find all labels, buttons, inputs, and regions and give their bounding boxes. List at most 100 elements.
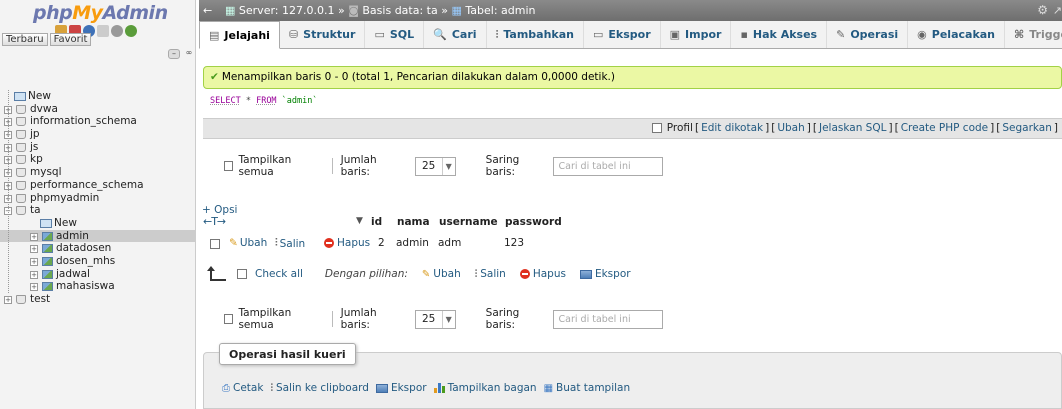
refresh-link[interactable]: Segarkan — [1002, 122, 1052, 134]
export-icon — [579, 269, 592, 279]
gear-icon[interactable]: ⚙ — [1037, 0, 1048, 21]
filter-input[interactable]: Cari di tabel ini — [552, 309, 663, 329]
export-button[interactable]: Ekspor — [375, 382, 427, 394]
edit-inline-link[interactable]: Edit dikotak — [701, 122, 763, 134]
tree-table-datadosen[interactable]: + datadosen — [0, 242, 195, 255]
database-icon — [16, 180, 26, 190]
database-icon — [16, 168, 26, 178]
explain-sql-link[interactable]: Jelaskan SQL — [819, 122, 886, 134]
settings-icon[interactable] — [111, 25, 123, 37]
row-edit-button[interactable]: ✎ Ubah — [229, 237, 267, 249]
cell-nama: admin — [396, 237, 429, 249]
recent-favorite-tabs: Terbaru Favorit — [2, 33, 92, 46]
show-all-label: Tampilkan semua — [238, 154, 292, 178]
display-chart-button[interactable]: Tampilkan bagan — [433, 382, 537, 394]
tree-db-ta[interactable]: − ta — [0, 204, 195, 217]
tree-db-mysql[interactable]: + mysql — [0, 166, 195, 179]
bulk-delete-button[interactable]: Hapus — [519, 268, 566, 280]
back-arrow-icon[interactable]: ← — [203, 0, 212, 21]
tab-ekspor[interactable]: ▭ Ekspor — [584, 21, 661, 48]
tree-db-js[interactable]: + js — [0, 141, 195, 154]
breadcrumb-server[interactable]: Server: 127.0.0.1 — [239, 4, 335, 17]
reload-icon[interactable] — [125, 25, 137, 37]
expand-node-icon[interactable]: + — [30, 270, 38, 279]
row-copy-button[interactable]: ⫶ Salin — [275, 237, 305, 250]
tree-db-performance_schema[interactable]: + performance_schema — [0, 179, 195, 192]
tree-table-jadwal[interactable]: + jadwal — [0, 268, 195, 281]
tab-sql[interactable]: ▭ SQL — [365, 21, 425, 48]
tab-pelacakan[interactable]: ◉ Pelacakan — [908, 21, 1006, 48]
tree-item-label: performance_schema — [30, 178, 144, 191]
tree-db-test[interactable]: + test — [0, 293, 195, 306]
expand-node-icon[interactable]: + — [30, 232, 38, 241]
database-icon — [16, 193, 26, 203]
bulk-export-button[interactable]: Ekspor — [579, 268, 631, 280]
breadcrumb-database[interactable]: Basis data: ta — [362, 4, 437, 17]
tree-table-dosen_mhs[interactable]: + dosen_mhs — [0, 255, 195, 268]
filter-input[interactable]: Cari di tabel ini — [552, 156, 663, 176]
column-header-username[interactable]: username — [439, 216, 498, 228]
breadcrumb-table[interactable]: Tabel: admin — [465, 4, 535, 17]
tree-db-phpmyadmin[interactable]: + phpmyadmin — [0, 192, 195, 205]
bulk-edit-button[interactable]: ✎ Ubah — [422, 268, 461, 280]
tree-db-dvwa[interactable]: + dvwa — [0, 103, 195, 116]
row-checkbox[interactable] — [210, 239, 220, 249]
sql-query-display[interactable]: SELECT * FROM `admin` — [210, 96, 318, 106]
success-message: ✔ Menampilkan baris 0 - 0 (total 1, Penca… — [203, 66, 1062, 89]
favorite-tab[interactable]: Favorit — [49, 33, 92, 46]
check-all-checkbox[interactable] — [237, 269, 247, 279]
show-all-checkbox[interactable] — [224, 314, 234, 324]
tree-item-label: phpmyadmin — [30, 191, 100, 204]
link-icon[interactable]: ∞ — [183, 49, 195, 59]
database-tree: New + dvwa + information_schema + jp + js + kp + mys… — [0, 90, 195, 306]
collapse-controls: – ∞ — [168, 49, 195, 59]
tree-table-mahasiswa[interactable]: + mahasiswa — [0, 280, 195, 293]
tab-hak-akses[interactable]: ▪ Hak Akses — [731, 21, 828, 48]
tab-operasi[interactable]: ✎ Operasi — [827, 21, 909, 48]
tree-item-label: dosen_mhs — [56, 254, 116, 267]
rows-select[interactable]: 25 ▼ — [414, 156, 456, 176]
show-all-checkbox[interactable] — [224, 161, 234, 171]
profile-checkbox[interactable] — [651, 123, 662, 133]
column-arrows-icon[interactable]: ←T→ — [203, 215, 226, 228]
tree-new-item[interactable]: New — [0, 217, 195, 230]
tab-jelajahi[interactable]: ▤ Jelajahi — [199, 21, 280, 49]
tree-db-information_schema[interactable]: + information_schema — [0, 115, 195, 128]
tab-tambahkan[interactable]: ⫶ Tambahkan — [487, 21, 584, 48]
tab-struktur[interactable]: ⛁ Struktur — [280, 21, 366, 48]
create-view-button[interactable]: ▦ Buat tampilan — [544, 382, 631, 394]
print-icon: ⎙ — [222, 382, 230, 394]
copy-clipboard-button[interactable]: ⫶ Salin ke clipboard — [270, 382, 369, 394]
expand-node-icon[interactable]: + — [30, 283, 38, 292]
print-button[interactable]: ⎙ Cetak — [222, 382, 263, 394]
tree-new-item[interactable]: New — [0, 90, 195, 103]
bulk-copy-button[interactable]: ⫶ Salin — [475, 268, 506, 280]
tab-trigger[interactable]: ⌘Trigger — [1005, 21, 1062, 48]
chevron-down-icon: ▼ — [441, 310, 455, 328]
new-icon — [14, 92, 26, 101]
tree-db-kp[interactable]: + kp — [0, 153, 195, 166]
rows-select[interactable]: 25 ▼ — [414, 309, 456, 329]
column-header-password[interactable]: password — [505, 216, 562, 228]
expand-node-icon[interactable]: + — [30, 257, 38, 266]
column-header-nama[interactable]: nama — [397, 216, 430, 228]
column-header-id[interactable]: id — [371, 216, 382, 228]
structure-icon: ⛁ — [288, 28, 299, 41]
sort-dropdown-icon[interactable]: ▼ — [356, 216, 363, 226]
row-delete-button[interactable]: Hapus — [324, 237, 370, 249]
database-icon — [16, 130, 26, 140]
tree-db-jp[interactable]: + jp — [0, 128, 195, 141]
edit-link[interactable]: Ubah — [777, 122, 804, 134]
expand-icon[interactable]: ↗ — [1053, 0, 1062, 21]
tree-table-admin[interactable]: + admin — [0, 229, 195, 243]
phpmyadmin-logo[interactable]: phpMyAdmin — [33, 2, 168, 24]
expand-node-icon[interactable]: + — [30, 245, 38, 254]
collapse-all-icon[interactable]: – — [168, 49, 180, 59]
recent-tab[interactable]: Terbaru — [2, 33, 48, 46]
expand-node-icon[interactable]: + — [4, 296, 12, 304]
tab-impor[interactable]: ▣ Impor — [661, 21, 732, 48]
tab-cari[interactable]: 🔍 Cari — [424, 21, 487, 48]
docs-icon[interactable] — [97, 25, 109, 37]
create-php-code-link[interactable]: Create PHP code — [901, 122, 988, 134]
check-all-label[interactable]: Check all — [255, 268, 303, 280]
